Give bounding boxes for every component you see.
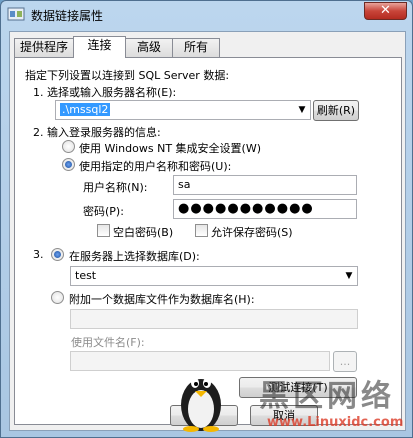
browse-button[interactable]: ... — [333, 351, 357, 372]
allow-save-password-checkbox[interactable] — [195, 224, 208, 237]
windows-nt-security-radio[interactable] — [62, 140, 75, 153]
tab-advanced[interactable]: 高级 — [125, 38, 173, 57]
dialog-client-area: 提供程序 连接 高级 所有 指定下列设置以连接到 SQL Server 数据: … — [9, 31, 406, 431]
use-filename-label: 使用文件名(F): — [71, 336, 145, 349]
tab-all[interactable]: 所有 — [172, 38, 220, 57]
ok-button[interactable]: 确定 — [170, 405, 238, 426]
refresh-button[interactable]: 刷新(R) — [313, 100, 359, 121]
specific-credentials-radio[interactable] — [62, 158, 75, 171]
chevron-down-icon[interactable]: ▼ — [294, 101, 310, 119]
cancel-button[interactable]: 取消 — [250, 405, 318, 426]
password-input[interactable]: ●●●●●●●●●●● — [173, 199, 357, 219]
select-database-label: 在服务器上选择数据库(D): — [69, 250, 200, 263]
dialog-window: 数据链接属性 ✕ 提供程序 连接 高级 所有 指定下列设置以连接到 SQL Se… — [0, 0, 413, 438]
tab-connection[interactable]: 连接 — [73, 36, 126, 58]
title-bar: 数据链接属性 ✕ — [1, 1, 412, 29]
specific-credentials-label: 使用指定的用户名称和密码(U): — [79, 160, 232, 173]
close-button[interactable]: ✕ — [364, 2, 407, 20]
tab-provider[interactable]: 提供程序 — [14, 38, 74, 57]
filename-input[interactable] — [70, 351, 330, 371]
attach-database-input[interactable] — [70, 309, 358, 329]
attach-database-label: 附加一个数据库文件作为数据库名(H): — [69, 293, 255, 306]
allow-save-password-label: 允许保存密码(S) — [211, 226, 293, 239]
username-input[interactable]: sa — [173, 175, 357, 195]
database-value: test — [75, 269, 97, 282]
password-label: 密码(P): — [83, 205, 124, 218]
server-name-value: .\mssql2 — [60, 103, 111, 116]
step3-label: 3. — [33, 248, 44, 261]
connection-panel: 指定下列设置以连接到 SQL Server 数据: 1. 选择或输入服务器名称(… — [14, 57, 402, 425]
attach-database-radio[interactable] — [51, 291, 64, 304]
database-combobox[interactable]: test ▼ — [70, 266, 358, 286]
windows-nt-security-label: 使用 Windows NT 集成安全设置(W) — [79, 142, 261, 155]
step1-label: 1. 选择或输入服务器名称(E): — [33, 86, 177, 99]
blank-password-checkbox[interactable] — [97, 224, 110, 237]
intro-text: 指定下列设置以连接到 SQL Server 数据: — [25, 69, 230, 82]
chevron-down-icon[interactable]: ▼ — [341, 267, 357, 285]
select-database-radio[interactable] — [51, 248, 64, 261]
test-connection-button[interactable]: 测试连接(T) — [239, 377, 357, 398]
blank-password-label: 空白密码(B) — [113, 226, 174, 239]
window-title: 数据链接属性 — [31, 9, 104, 23]
step2-label: 2. 输入登录服务器的信息: — [33, 126, 161, 139]
username-label: 用户名称(N): — [83, 181, 148, 194]
data-link-icon — [7, 7, 25, 21]
server-name-combobox[interactable]: .\mssql2 ▼ — [55, 100, 311, 120]
